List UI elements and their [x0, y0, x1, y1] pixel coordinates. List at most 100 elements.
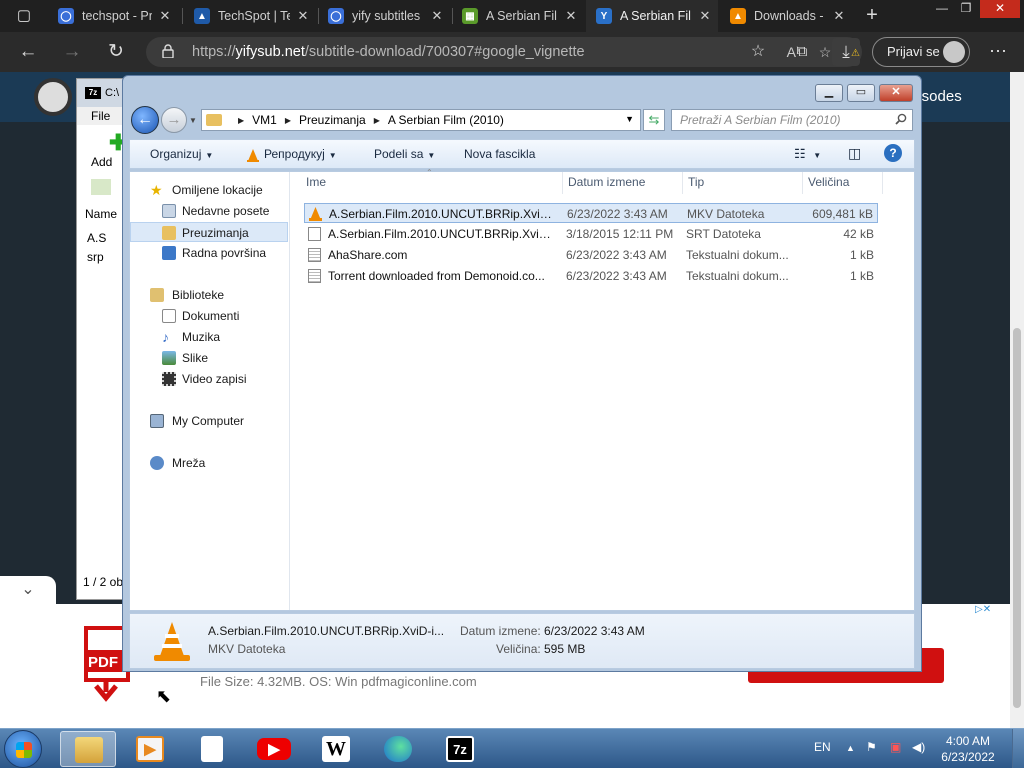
nav-music[interactable]: ♪ Muzika	[130, 327, 288, 347]
volume-icon[interactable]: ◀)	[912, 740, 925, 754]
nav-desktop[interactable]: Radna površina	[130, 243, 288, 263]
tab-actions-icon[interactable]: ▢	[10, 2, 38, 30]
language-indicator[interactable]: EN	[814, 740, 831, 754]
nav-documents[interactable]: Dokumenti	[130, 306, 288, 326]
taskbar-wikipedia[interactable]: W	[308, 731, 364, 767]
ad-close-icon[interactable]: ▷✕	[975, 604, 1005, 618]
nav-network[interactable]: Mreža	[130, 453, 288, 473]
play-button[interactable]: Репродукуј ▼	[264, 147, 337, 161]
tab-techspot[interactable]: ▲ TechSpot | Te ✕	[184, 0, 316, 32]
view-options-icon[interactable]: ☷ ▼	[794, 146, 821, 162]
show-hidden-icons-icon[interactable]: ▲	[846, 743, 855, 753]
collections-icon[interactable]: ⧉	[788, 38, 816, 66]
start-button[interactable]	[4, 730, 42, 768]
nav-libraries[interactable]: Biblioteke	[130, 285, 288, 305]
table-row[interactable]: Torrent downloaded from Demonoid.co... 6…	[304, 266, 878, 286]
tab-serbian-film-active[interactable]: Y A Serbian Fil ✕	[586, 0, 718, 32]
refresh-icon[interactable]: ↻	[102, 38, 130, 66]
nav-downloads[interactable]: Preuzimanja	[130, 222, 288, 242]
table-row[interactable]: A.Serbian.Film.2010.UNCUT.BRRip.XviD-i..…	[304, 203, 878, 223]
lock-icon[interactable]	[162, 44, 174, 58]
text-file-icon	[308, 269, 321, 283]
new-folder-button[interactable]: Nova fascikla	[464, 147, 535, 161]
tab-close-icon[interactable]: ✕	[558, 8, 584, 24]
ad-collapse-button[interactable]: ⌄	[0, 576, 56, 604]
chevron-down-icon[interactable]: ▼	[625, 114, 634, 124]
breadcrumb[interactable]: ▶ VM1 ▶ Preuzimanja ▶ A Serbian Film (20…	[201, 109, 641, 131]
column-header-size[interactable]: Veličina	[808, 175, 849, 189]
column-header-date[interactable]: Datum izmene	[568, 175, 645, 189]
chevron-right-icon[interactable]: ▶	[238, 116, 244, 125]
clock[interactable]: 4:00 AM 6/23/2022	[930, 733, 1006, 765]
breadcrumb-item[interactable]: Preuzimanja	[299, 113, 366, 127]
profile-button[interactable]: Prijavi se	[872, 37, 970, 67]
nav-videos[interactable]: Video zapisi	[130, 369, 288, 389]
explorer-content: ★ Omiljene lokacije Nedavne posete Preuz…	[129, 168, 915, 611]
explorer-maximize-button[interactable]: ▭	[847, 84, 875, 102]
explorer-window: ▁ ▭ ✕ ← → ▼ ▶ VM1 ▶ Preuzimanja ▶ A Serb…	[122, 75, 922, 672]
action-center-icon[interactable]: ⚑	[866, 740, 877, 754]
nav-computer[interactable]: My Computer	[130, 411, 288, 431]
column-separator[interactable]	[802, 172, 803, 194]
taskbar-edge[interactable]	[370, 731, 426, 767]
explorer-minimize-button[interactable]: ▁	[815, 84, 843, 102]
column-separator[interactable]	[882, 172, 883, 194]
tab-techspot-search[interactable]: ◯ techspot - Pr ✕	[48, 0, 178, 32]
chevron-right-icon[interactable]: ▶	[374, 116, 380, 125]
organize-button[interactable]: Organizuj ▼	[150, 147, 213, 161]
network-status-icon[interactable]: ▣	[890, 740, 901, 754]
restore-button[interactable]: ❐	[952, 0, 980, 18]
site-logo-icon[interactable]	[34, 78, 72, 116]
taskbar-notepad[interactable]	[184, 731, 240, 767]
tab-close-icon[interactable]: ✕	[826, 8, 852, 24]
breadcrumb-item[interactable]: A Serbian Film (2010)	[388, 113, 504, 127]
table-row[interactable]: AhaShare.com 6/23/2022 3:43 AM Tekstualn…	[304, 245, 878, 265]
help-icon[interactable]: ?	[884, 144, 902, 162]
breadcrumb-item[interactable]: VM1	[252, 113, 277, 127]
tab-close-icon[interactable]: ✕	[152, 8, 178, 24]
close-button[interactable]: ✕	[980, 0, 1020, 18]
chevron-right-icon[interactable]: ▶	[285, 116, 291, 125]
7zip-up-icon[interactable]	[91, 179, 111, 195]
more-menu-icon[interactable]: ⋯	[984, 38, 1012, 66]
explorer-close-button[interactable]: ✕	[879, 84, 913, 102]
list-item[interactable]: srp	[87, 248, 106, 267]
new-tab-button[interactable]: +	[860, 4, 884, 28]
column-separator[interactable]	[682, 172, 683, 194]
tab-close-icon[interactable]: ✕	[290, 8, 316, 24]
recent-pages-dropdown[interactable]: ▼	[189, 116, 197, 125]
taskbar-media-player[interactable]: ▶	[122, 731, 178, 767]
share-button[interactable]: Podeli sa ▼	[374, 147, 435, 161]
forward-arrow-icon[interactable]: →	[161, 107, 187, 133]
favorites-icon[interactable]: ☆	[744, 38, 772, 66]
table-row[interactable]: A.Serbian.Film.2010.UNCUT.BRRip.XviD-i..…	[304, 224, 878, 244]
downloads-icon[interactable]: ⤓ ⚠	[832, 38, 860, 66]
column-header-name[interactable]: Ime	[306, 175, 326, 189]
page-scrollbar[interactable]	[1010, 72, 1024, 728]
preview-pane-icon[interactable]: ◫	[848, 145, 861, 162]
ys-icon: Y	[596, 8, 612, 24]
nav-favorites[interactable]: ★ Omiljene lokacije	[130, 180, 288, 200]
tab-close-icon[interactable]: ✕	[424, 8, 450, 24]
back-arrow-icon[interactable]: ←	[131, 106, 159, 134]
tab-close-icon[interactable]: ✕	[692, 8, 718, 24]
computer-icon	[150, 414, 164, 428]
nav-pictures[interactable]: Slike	[130, 348, 288, 368]
column-separator[interactable]	[562, 172, 563, 194]
scrollbar-thumb[interactable]	[1013, 328, 1021, 708]
tab-downloads[interactable]: ▲ Downloads - ✕	[720, 0, 852, 32]
column-header-type[interactable]: Tip	[688, 175, 704, 189]
search-input[interactable]: Pretraži A Serbian Film (2010)	[671, 109, 913, 131]
list-item[interactable]: A.S	[87, 229, 106, 248]
taskbar-explorer[interactable]	[60, 731, 116, 767]
taskbar-7zip[interactable]: 7z	[432, 731, 488, 767]
search-icon[interactable]	[895, 113, 907, 125]
refresh-icon[interactable]: ⇆	[643, 109, 665, 131]
taskbar-youtube[interactable]: ▶	[246, 731, 302, 767]
nav-recent[interactable]: Nedavne posete	[130, 201, 288, 221]
tab-serbian-film-1[interactable]: ▦ A Serbian Fil ✕	[452, 0, 584, 32]
show-desktop-button[interactable]	[1012, 729, 1024, 768]
forward-arrow-icon[interactable]: →	[58, 38, 86, 66]
tab-yify-search[interactable]: ◯ yify subtitles ✕	[318, 0, 450, 32]
back-arrow-icon[interactable]: ←	[14, 38, 42, 66]
